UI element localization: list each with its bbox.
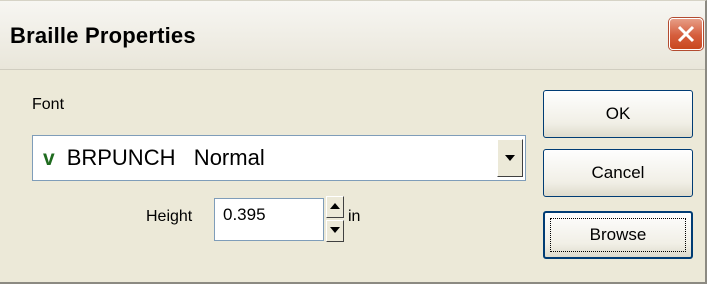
cancel-button-label: Cancel <box>591 163 645 182</box>
font-label: Font <box>32 96 65 113</box>
cancel-button[interactable]: Cancel <box>543 149 693 197</box>
triangle-down-icon <box>330 227 340 233</box>
dropdown-button[interactable] <box>497 139 523 177</box>
ok-button[interactable]: OK <box>543 90 693 138</box>
green-check-icon: v <box>43 147 55 170</box>
close-button[interactable] <box>669 18 703 50</box>
height-value: 0.395 <box>223 205 266 224</box>
font-dropdown[interactable]: v BRPUNCH Normal <box>32 135 526 181</box>
font-selected-value: v BRPUNCH Normal <box>43 145 265 171</box>
braille-properties-dialog: Braille Properties Font v BRPUNCH Normal … <box>0 0 707 284</box>
ok-button-label: OK <box>605 104 631 123</box>
chevron-down-icon <box>505 155 515 161</box>
triangle-up-icon <box>330 203 340 209</box>
browse-button[interactable]: Browse <box>543 211 693 259</box>
font-name: BRPUNCH Normal <box>66 145 265 170</box>
close-icon <box>677 25 695 43</box>
height-spin-down[interactable] <box>326 220 344 242</box>
focus-ring <box>550 218 686 252</box>
height-label: Height <box>146 208 193 225</box>
height-input[interactable]: 0.395 <box>214 198 324 241</box>
height-unit-label: in <box>348 208 361 225</box>
height-spin-up[interactable] <box>326 196 344 218</box>
window-title: Braille Properties <box>10 23 196 48</box>
title-bar: Braille Properties <box>0 1 705 70</box>
